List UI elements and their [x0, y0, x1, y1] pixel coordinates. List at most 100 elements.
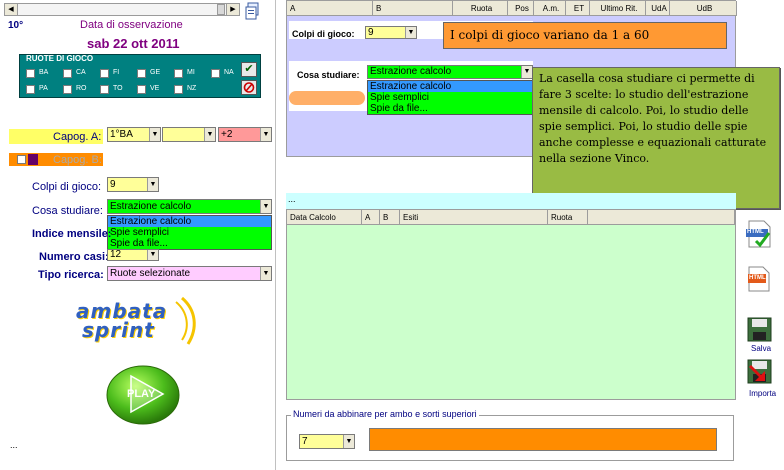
ruota-checkbox[interactable]	[137, 69, 146, 78]
cosa-studiare-select[interactable]: Estrazione calcolo ▼	[107, 199, 272, 214]
ruota-label: NA	[224, 69, 234, 76]
capog-a-offset-select[interactable]: +2 ▼	[218, 127, 272, 142]
info-strip: ...	[286, 193, 736, 209]
results-grid-header[interactable]: Ruota	[548, 210, 588, 225]
chevron-down-icon[interactable]: ▼	[405, 27, 416, 38]
ruota-label: MI	[187, 69, 195, 76]
abbinare-numbers-field[interactable]	[369, 428, 717, 451]
note-cosa-studiare: La casella cosa studiare ci permette di …	[532, 67, 780, 209]
scroll-thumb[interactable]	[217, 4, 225, 15]
top-grid-header[interactable]: B	[373, 1, 453, 16]
note-colpi: I colpi di gioco variano da 1 a 60	[443, 22, 727, 49]
ruota-checkbox[interactable]	[26, 85, 35, 94]
chevron-down-icon[interactable]: ▼	[343, 435, 354, 448]
save-label: Salva	[751, 344, 772, 353]
inner-colpi-label: Colpi di gioco:	[292, 29, 355, 39]
draw-number: 10°	[8, 20, 24, 31]
chevron-down-icon[interactable]: ▼	[149, 128, 160, 141]
capog-b-checkbox[interactable]	[17, 155, 26, 164]
html-export-label: HTML	[749, 275, 766, 281]
results-grid-header[interactable]: A	[362, 210, 380, 225]
results-grid-header[interactable]: Esiti	[400, 210, 548, 225]
chevron-down-icon[interactable]: ▼	[147, 250, 158, 260]
top-grid-header[interactable]: UdA	[646, 1, 670, 16]
save-icon[interactable]	[747, 317, 773, 343]
ruota-checkbox[interactable]	[137, 85, 146, 94]
top-grid-header[interactable]: Ruota	[453, 1, 508, 16]
ruota-label: GE	[150, 69, 161, 76]
inner-option-spie-da-file[interactable]: Spie da file...	[368, 103, 532, 114]
logo-text-bottom: sprint	[82, 318, 155, 342]
chevron-down-icon[interactable]: ▼	[260, 128, 271, 141]
ruota-label: BA	[39, 69, 49, 76]
observation-date: sab 22 ott 2011	[87, 36, 180, 51]
play-label: PLAY	[127, 388, 156, 400]
ruota-label: CA	[76, 69, 86, 76]
capog-a-label: Capog. A:	[53, 131, 102, 143]
inner-cosa-select[interactable]: Estrazione calcolo ▼	[367, 65, 533, 79]
copy-icon[interactable]	[245, 2, 261, 20]
numero-casi-select[interactable]: 12 ▼	[107, 249, 159, 261]
option-estrazione-calcolo[interactable]: Estrazione calcolo	[108, 216, 271, 227]
play-button[interactable]: PLAY	[105, 364, 181, 426]
colpi-select[interactable]: 9 ▼	[107, 177, 159, 192]
ruota-checkbox[interactable]	[100, 85, 109, 94]
results-grid-header[interactable]: Data Calcolo	[287, 210, 362, 225]
ruota-checkbox[interactable]	[63, 85, 72, 94]
option-spie-semplici[interactable]: Spie semplici	[108, 227, 271, 238]
ruota-checkbox[interactable]	[174, 85, 183, 94]
ruote-title: RUOTE DI GIOCO	[26, 54, 94, 63]
results-grid[interactable]: Data Calcolo A B Esiti Ruota	[286, 209, 736, 400]
chevron-down-icon[interactable]: ▼	[204, 128, 215, 141]
deselect-all-button[interactable]	[241, 80, 257, 95]
chevron-down-icon[interactable]: ▼	[521, 66, 532, 78]
chevron-down-icon[interactable]: ▼	[260, 200, 271, 213]
top-scrollbar[interactable]: ◀ ▶	[4, 3, 240, 16]
tipo-ricerca-select[interactable]: Ruote selezionate ▼	[107, 266, 272, 281]
ruota-checkbox[interactable]	[174, 69, 183, 78]
inner-cosa-dropdown[interactable]: Estrazione calcolo Spie semplici Spie da…	[367, 80, 533, 115]
scroll-right-button[interactable]: ▶	[226, 4, 239, 15]
results-grid-header[interactable]: B	[380, 210, 400, 225]
inner-option-estrazione-calcolo[interactable]: Estrazione calcolo	[368, 81, 532, 92]
html-export-icon[interactable]: HTML	[746, 266, 772, 292]
ruota-checkbox[interactable]	[211, 69, 220, 78]
abbinare-select[interactable]: 7 ▼	[299, 434, 355, 449]
colpi-label: Colpi di gioco:	[32, 181, 102, 193]
ruota-label: VE	[150, 85, 160, 92]
ruota-label: NZ	[187, 85, 197, 92]
top-grid-header[interactable]: UdB	[670, 1, 737, 16]
tipo-ricerca-label: Tipo ricerca:	[38, 269, 104, 281]
html-check-icon[interactable]: HTML	[744, 220, 774, 248]
top-grid-header[interactable]: ET	[566, 1, 590, 16]
scroll-left-button[interactable]: ◀	[5, 4, 18, 15]
chevron-down-icon[interactable]: ▼	[147, 178, 158, 191]
html-check-label: HTML	[747, 229, 764, 235]
results-grid-header-filler	[588, 210, 735, 225]
import-icon[interactable]	[747, 359, 773, 385]
top-grid-header[interactable]: Pos	[508, 1, 534, 16]
top-grid-header[interactable]: Ultimo Rit.	[590, 1, 646, 16]
inner-cosa-label: Cosa studiare:	[297, 70, 360, 80]
abbinare-frame: Numeri da abbinare per ambo e sorti supe…	[286, 409, 734, 461]
option-spie-da-file[interactable]: Spie da file...	[108, 238, 271, 249]
select-all-button[interactable]: ✔	[241, 62, 257, 77]
ruota-checkbox[interactable]	[100, 69, 109, 78]
capog-a-ruota-select[interactable]: 1°BA ▼	[107, 127, 161, 142]
top-grid-header[interactable]: A.m.	[534, 1, 566, 16]
ruota-checkbox[interactable]	[63, 69, 72, 78]
top-grid-header[interactable]: A	[287, 1, 373, 16]
strip-text: ...	[288, 194, 296, 204]
indice-mensile-label: Indice mensile:	[32, 228, 112, 240]
ruota-checkbox[interactable]	[26, 69, 35, 78]
capog-a-pos-select[interactable]: ▼	[162, 127, 216, 142]
abbinare-label: Numeri da abbinare per ambo e sorti supe…	[291, 409, 479, 419]
chevron-down-icon[interactable]: ▼	[260, 267, 271, 280]
cosa-studiare-label: Cosa studiare:	[32, 205, 103, 217]
ambata-sprint-logo: ambata sprint	[70, 296, 210, 346]
cosa-studiare-dropdown[interactable]: Estrazione calcolo Spie semplici Spie da…	[107, 215, 272, 250]
observation-label: Data di osservazione	[80, 19, 183, 31]
inner-colpi-select[interactable]: 9 ▼	[365, 26, 417, 39]
ruota-label: RO	[76, 85, 87, 92]
inner-option-spie-semplici[interactable]: Spie semplici	[368, 92, 532, 103]
